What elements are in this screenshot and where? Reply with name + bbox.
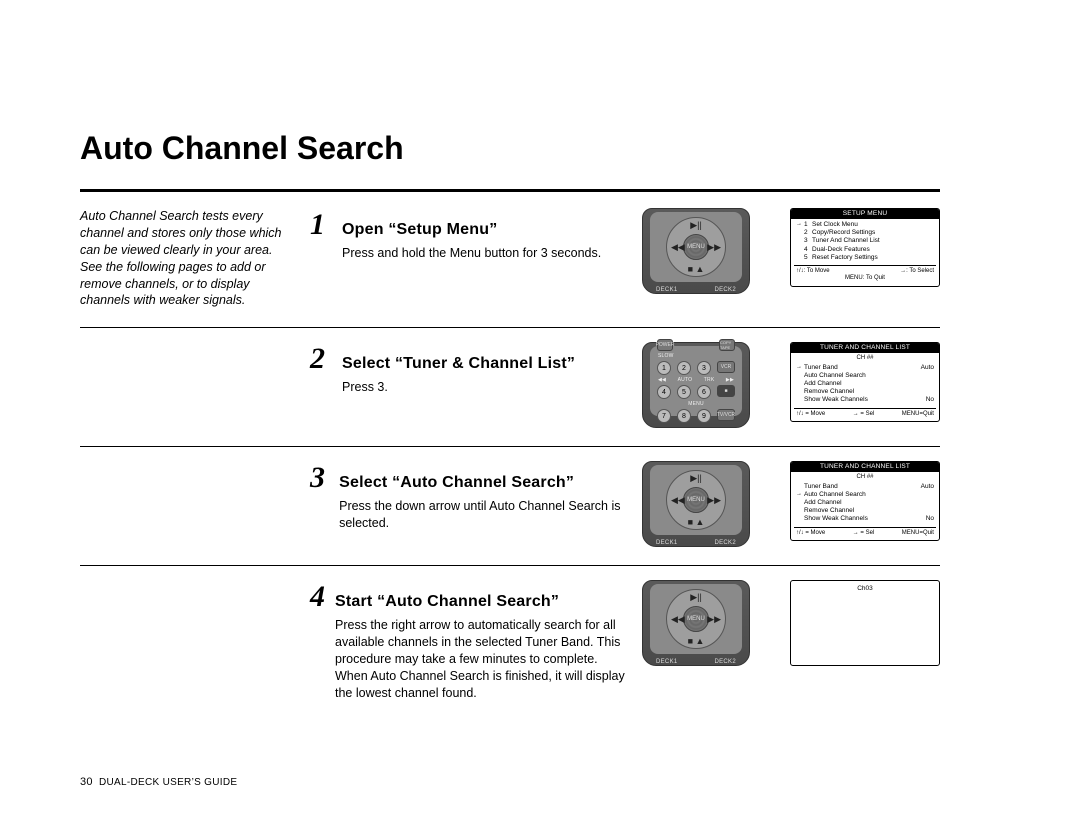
num-9-icon: 9 xyxy=(697,409,711,423)
step-row-4: 4 Start “Auto Channel Search” Press the … xyxy=(80,574,940,709)
step-desc: Press 3. xyxy=(342,379,575,396)
step-desc: Press the right arrow to automatically s… xyxy=(335,617,630,701)
deck2-label: DECK2 xyxy=(714,540,736,546)
step-desc: Press and hold the Menu button for 3 sec… xyxy=(342,245,601,262)
remote-graphic: ▶|| ■ ▲ ◀◀ ▶▶ MENU DECK1 DECK2 xyxy=(642,208,750,294)
osd-title: TUNER AND CHANNEL LIST xyxy=(791,343,939,353)
rule xyxy=(80,565,940,566)
step-4: 4 Start “Auto Channel Search” Press the … xyxy=(310,580,630,701)
page-title: Auto Channel Search xyxy=(80,130,940,167)
guide-title: DUAL-DECK USER’S GUIDE xyxy=(99,777,237,788)
remote-graphic: ▶|| ■ ▲ ◀◀ ▶▶ MENU DECK1 DECK2 xyxy=(642,461,750,547)
power-button-icon: POWER xyxy=(657,339,673,351)
num-7-icon: 7 xyxy=(657,409,671,423)
menu-button-icon: MENU xyxy=(683,487,709,513)
step-title: Open “Setup Menu” xyxy=(342,221,601,239)
intro-text: Auto Channel Search tests every channel … xyxy=(80,208,310,309)
step-row-2: 2 Select “Tuner & Channel List” Press 3.… xyxy=(80,336,940,436)
menu-button-icon: MENU xyxy=(683,606,709,632)
deck1-label: DECK1 xyxy=(656,287,678,293)
step-3: 3 Select “Auto Channel Search” Press the… xyxy=(310,461,630,532)
osd-title: SETUP MENU xyxy=(791,209,939,219)
osd-tuner-list: TUNER AND CHANNEL LIST CH ## Tuner BandA… xyxy=(790,461,940,541)
remote-numpad-graphic: POWER COPY TAPE SLOW 123VCR ◀◀AUTOTRK▶▶ … xyxy=(642,342,750,428)
deck2-label: DECK2 xyxy=(714,659,736,665)
vcr-button-icon: VCR xyxy=(717,361,735,373)
step-number: 4 xyxy=(310,580,325,614)
osd-title: TUNER AND CHANNEL LIST xyxy=(791,462,939,472)
page-footer: 30 DUAL-DECK USER’S GUIDE xyxy=(80,776,237,788)
num-2-icon: 2 xyxy=(677,361,691,375)
osd-tuner-list: TUNER AND CHANNEL LIST CH ## →Tuner Band… xyxy=(790,342,940,422)
step-title: Start “Auto Channel Search” xyxy=(335,593,630,611)
manual-page: Auto Channel Search Auto Channel Search … xyxy=(80,130,940,710)
step-1: 1 Open “Setup Menu” Press and hold the M… xyxy=(310,208,630,262)
num-4-icon: 4 xyxy=(657,385,671,399)
deck1-label: DECK1 xyxy=(656,659,678,665)
step-number: 2 xyxy=(310,342,332,376)
osd-channel-display: Ch03 xyxy=(790,580,940,666)
step-desc: Press the down arrow until Auto Channel … xyxy=(339,498,630,532)
dpad-icon: ▶|| ■ ▲ ◀◀ ▶▶ MENU xyxy=(666,217,726,277)
rule xyxy=(80,446,940,447)
step-2: 2 Select “Tuner & Channel List” Press 3. xyxy=(310,342,630,396)
dpad-icon: ▶|| ■ ▲ ◀◀ ▶▶ MENU xyxy=(666,470,726,530)
page-number: 30 xyxy=(80,776,93,788)
menu-button-icon: MENU xyxy=(683,234,709,260)
osd-setup-menu: SETUP MENU →1Set Clock Menu 2Copy/Record… xyxy=(790,208,940,287)
deck2-label: DECK2 xyxy=(714,287,736,293)
step-title: Select “Auto Channel Search” xyxy=(339,474,630,492)
copytape-button-icon: COPY TAPE xyxy=(719,339,735,351)
dpad-icon: ▶|| ■ ▲ ◀◀ ▶▶ MENU xyxy=(666,589,726,649)
rule-top xyxy=(80,189,940,192)
remote-graphic: ▶|| ■ ▲ ◀◀ ▶▶ MENU DECK1 DECK2 xyxy=(642,580,750,666)
tvvcr-button-icon: TV/VCR xyxy=(717,409,735,421)
step-row-3: 3 Select “Auto Channel Search” Press the… xyxy=(80,455,940,555)
num-5-icon: 5 xyxy=(677,385,691,399)
deck1-label: DECK1 xyxy=(656,540,678,546)
rule xyxy=(80,327,940,328)
num-3-icon: 3 xyxy=(697,361,711,375)
num-6-icon: 6 xyxy=(697,385,711,399)
step-row-1: Auto Channel Search tests every channel … xyxy=(80,202,940,317)
step-number: 3 xyxy=(310,461,329,495)
num-8-icon: 8 xyxy=(677,409,691,423)
num-1-icon: 1 xyxy=(657,361,671,375)
step-number: 1 xyxy=(310,208,332,242)
step-title: Select “Tuner & Channel List” xyxy=(342,355,575,373)
